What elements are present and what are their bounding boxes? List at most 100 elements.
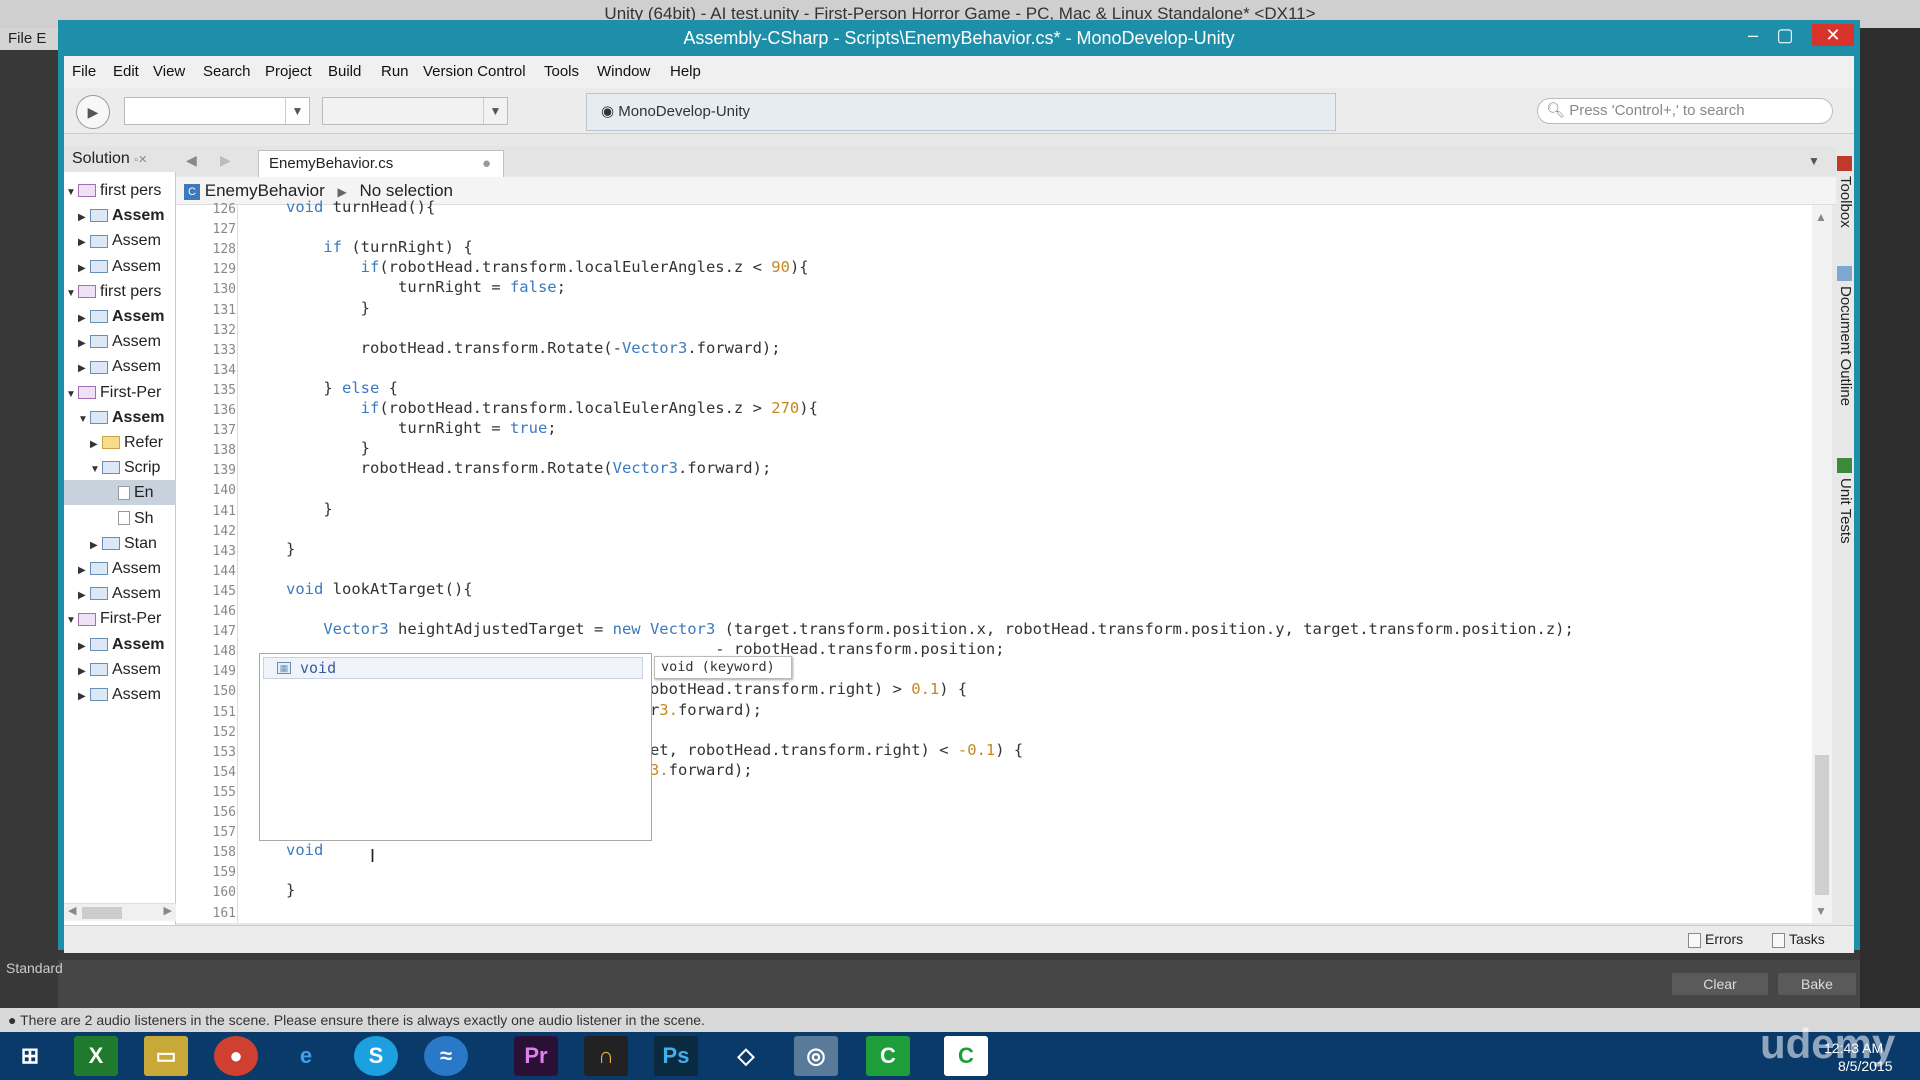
code-line[interactable]: void turnHead(){: [286, 198, 435, 216]
expander-icon[interactable]: ▶: [78, 356, 90, 379]
menu-project[interactable]: Project: [265, 56, 312, 88]
app-icon[interactable]: ≈: [424, 1036, 468, 1076]
configuration-select[interactable]: ▼: [124, 97, 310, 125]
code-line[interactable]: if (turnRight) {: [286, 238, 472, 256]
solution-tree-item[interactable]: ▼ first pers: [64, 279, 176, 304]
code-line[interactable]: }: [286, 500, 332, 518]
scroll-left-icon[interactable]: ◀: [68, 904, 76, 917]
expander-icon[interactable]: ▶: [90, 432, 102, 455]
audition-icon[interactable]: ∩: [584, 1036, 628, 1076]
expander-icon[interactable]: ▶: [78, 331, 90, 354]
pad-document-outline[interactable]: Document Outline: [1836, 286, 1854, 406]
expander-icon[interactable]: ▶: [78, 684, 90, 707]
errors-button[interactable]: Errors: [1688, 929, 1743, 949]
excel-icon[interactable]: X: [74, 1036, 118, 1076]
expander-icon[interactable]: ▶: [78, 634, 90, 657]
solution-tree-item[interactable]: ▼ Scrip: [64, 455, 176, 480]
menu-tools[interactable]: Tools: [544, 56, 579, 88]
menu-view[interactable]: View: [153, 56, 185, 88]
solution-tree-item[interactable]: ▼ First-Per: [64, 606, 176, 631]
nav-back-icon[interactable]: ◀: [186, 152, 197, 169]
camtasia-icon[interactable]: C: [866, 1036, 910, 1076]
code-line[interactable]: Vector3 heightAdjustedTarget = new Vecto…: [286, 620, 1574, 638]
solution-tree-item[interactable]: ▶ Assem: [64, 556, 176, 581]
chrome-icon[interactable]: ●: [214, 1036, 258, 1076]
expander-icon[interactable]: ▼: [90, 457, 102, 480]
solution-tree-item[interactable]: ▶ Assem: [64, 304, 176, 329]
solution-tree-item[interactable]: Sh: [64, 506, 176, 531]
ie-icon[interactable]: e: [284, 1036, 328, 1076]
tasks-button[interactable]: Tasks: [1772, 929, 1825, 949]
menu-file[interactable]: File: [72, 56, 96, 88]
expander-icon[interactable]: ▼: [78, 407, 90, 430]
solution-tree-item[interactable]: ▶ Assem: [64, 632, 176, 657]
scroll-thumb[interactable]: [82, 907, 122, 919]
solution-tree-item[interactable]: ▼ first pers: [64, 178, 176, 203]
expander-icon[interactable]: ▶: [78, 558, 90, 581]
expander-icon[interactable]: ▼: [66, 382, 78, 405]
expander-icon[interactable]: ▼: [66, 608, 78, 631]
menu-version-control[interactable]: Version Control: [423, 56, 526, 88]
scroll-down-icon[interactable]: ▼: [1815, 904, 1827, 918]
solution-tree-item[interactable]: ▶ Assem: [64, 354, 176, 379]
expander-icon[interactable]: ▶: [78, 205, 90, 228]
code-line[interactable]: } else {: [286, 379, 398, 397]
skype-icon[interactable]: S: [354, 1036, 398, 1076]
expander-icon[interactable]: ▶: [78, 659, 90, 682]
camtasia-recorder-icon[interactable]: C: [944, 1036, 988, 1076]
expander-icon[interactable]: ▶: [78, 306, 90, 329]
pad-toolbox[interactable]: Toolbox: [1836, 176, 1854, 228]
code-line[interactable]: }: [286, 439, 370, 457]
code-line[interactable]: }: [286, 881, 295, 899]
code-line[interactable]: }: [286, 540, 295, 558]
unity-menu[interactable]: File E: [0, 28, 60, 50]
clear-button[interactable]: Clear: [1672, 973, 1768, 995]
unity-icon[interactable]: ◇: [724, 1036, 768, 1076]
code-line[interactable]: if(robotHead.transform.localEulerAngles.…: [286, 258, 809, 276]
tab-dropdown-icon[interactable]: ▼: [1808, 154, 1820, 168]
photoshop-icon[interactable]: Ps: [654, 1036, 698, 1076]
run-button[interactable]: ▶: [76, 95, 110, 129]
code-line[interactable]: robotHead.transform.Rotate(Vector3.forwa…: [286, 459, 772, 477]
target-select[interactable]: ▼: [322, 97, 508, 125]
premiere-icon[interactable]: Pr: [514, 1036, 558, 1076]
solution-tree-item[interactable]: ▶ Stan: [64, 531, 176, 556]
solution-tree-item[interactable]: ▼ First-Per: [64, 380, 176, 405]
menu-help[interactable]: Help: [670, 56, 701, 88]
solution-tree-item[interactable]: ▶ Assem: [64, 228, 176, 253]
menu-build[interactable]: Build: [328, 56, 361, 88]
menu-run[interactable]: Run: [381, 56, 409, 88]
scroll-right-icon[interactable]: ▶: [164, 904, 172, 917]
maximize-button[interactable]: ▢: [1768, 24, 1802, 46]
expander-icon[interactable]: ▼: [66, 281, 78, 304]
close-button[interactable]: ✕: [1812, 24, 1854, 46]
tab-enemybehavior[interactable]: EnemyBehavior.cs ●: [258, 150, 504, 177]
expander-icon[interactable]: ▶: [90, 533, 102, 556]
start-icon[interactable]: ⊞: [8, 1036, 52, 1076]
solution-tree-item[interactable]: ▶ Assem: [64, 254, 176, 279]
menu-edit[interactable]: Edit: [113, 56, 139, 88]
explorer-icon[interactable]: ▭: [144, 1036, 188, 1076]
scroll-up-icon[interactable]: ▲: [1815, 210, 1827, 224]
code-line[interactable]: turnRight = false;: [286, 278, 566, 296]
solution-tree-item[interactable]: ▶ Assem: [64, 581, 176, 606]
search-input[interactable]: 🔍︎ Press 'Control+,' to search: [1537, 98, 1833, 124]
expander-icon[interactable]: ▼: [66, 180, 78, 203]
solution-tree-item[interactable]: En: [64, 480, 176, 506]
code-line[interactable]: robotHead.transform.Rotate(-Vector3.forw…: [286, 339, 781, 357]
code-line[interactable]: void lookAtTarget(){: [286, 580, 473, 598]
solution-hscroll[interactable]: ◀ ▶: [64, 903, 176, 921]
code-line[interactable]: turnRight = true;: [286, 419, 557, 437]
solution-tree-item[interactable]: ▶ Assem: [64, 682, 176, 707]
solution-tree-item[interactable]: ▶ Refer: [64, 430, 176, 455]
code-line[interactable]: }: [286, 299, 370, 317]
expander-icon[interactable]: ▶: [78, 583, 90, 606]
bake-button[interactable]: Bake: [1778, 973, 1856, 995]
tab-close-icon[interactable]: ●: [482, 151, 491, 177]
minimize-button[interactable]: –: [1736, 24, 1770, 46]
editor-scroll-thumb[interactable]: [1815, 755, 1829, 895]
code-line[interactable]: if(robotHead.transform.localEulerAngles.…: [286, 399, 818, 417]
code-line[interactable]: void: [286, 841, 323, 859]
nav-forward-icon[interactable]: ▶: [220, 152, 231, 169]
expander-icon[interactable]: ▶: [78, 230, 90, 253]
